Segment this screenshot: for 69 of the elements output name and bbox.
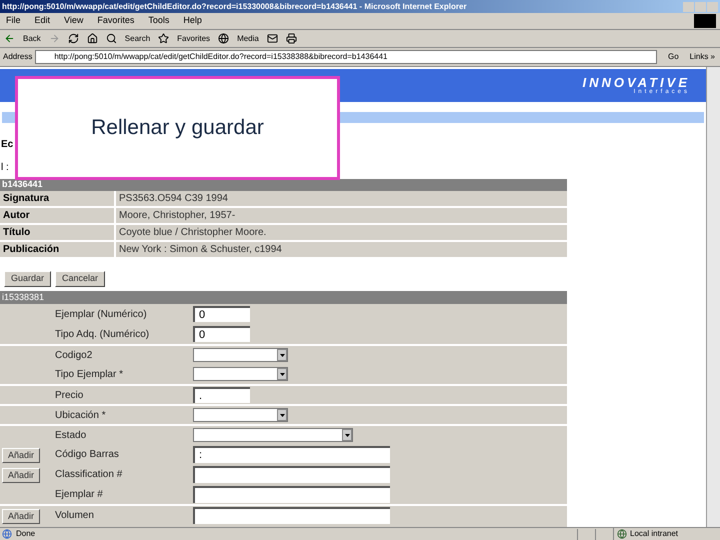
text-field[interactable] (193, 506, 390, 524)
field-label: Código Barras (55, 448, 120, 462)
text-field[interactable] (193, 466, 390, 482)
field-label: Ejemplar (Numérico) (55, 308, 148, 322)
field-value: PS3563.O594 C39 1994 (118, 192, 228, 206)
links-button[interactable]: Links » (690, 51, 717, 63)
toolbar-button[interactable]: Favorites (177, 32, 210, 44)
text-field[interactable]: 0 (193, 306, 250, 322)
toolbar-button[interactable]: Media (237, 32, 259, 44)
text-field[interactable]: . (193, 387, 250, 403)
field-label: Título (0, 225, 116, 240)
field-value: Moore, Christopher, 1957- (118, 209, 236, 223)
field-value: Coyote blue / Christopher Moore. (118, 226, 266, 240)
home-icon[interactable] (86, 33, 98, 44)
field-label: Precio (55, 388, 84, 402)
form-button[interactable]: Cancelar (55, 271, 106, 287)
menu-item[interactable]: Edit (34, 14, 50, 28)
star-icon[interactable] (158, 33, 170, 44)
menu-item[interactable]: Favorites (97, 14, 134, 28)
page-heading: Ec (0, 138, 14, 152)
window-title: http://pong:5010/m/wwapp/cat/edit/getChildEditor.do?record=i15330008&bibrecord=b1436441 - Microsoft Internet Explorer (2, 0, 468, 12)
record-header: i15338381 (0, 291, 567, 304)
field-label: Signatura (0, 191, 116, 206)
menu-item[interactable]: File (6, 14, 21, 28)
dropdown[interactable] (193, 408, 288, 422)
field-label: Volumen (55, 508, 95, 522)
field-label: Tipo Adq. (Numérico) (55, 328, 150, 342)
printer-icon[interactable] (286, 33, 297, 44)
dropdown[interactable] (193, 428, 353, 442)
back-icon[interactable] (4, 33, 15, 44)
field-label: Ejemplar # (55, 488, 104, 502)
field-value: New York : Simon & Schuster, c1994 (118, 243, 282, 257)
menu-item[interactable]: Help (183, 14, 202, 28)
field-label: Tipo Ejemplar * (55, 368, 124, 382)
page-icon (2, 529, 12, 539)
dropdown[interactable] (193, 367, 288, 381)
search-icon[interactable] (106, 33, 117, 44)
toolbar-button[interactable]: Back (23, 32, 41, 44)
field-label: Codigo2 (55, 348, 94, 362)
add-button[interactable]: Añadir (2, 509, 40, 524)
add-button[interactable]: Añadir (2, 468, 40, 483)
add-button[interactable]: Añadir (2, 448, 40, 463)
menu-item[interactable]: Tools (148, 14, 170, 28)
field-label: Ubicación * (55, 408, 107, 422)
text-field[interactable] (193, 486, 390, 502)
intranet-icon (617, 529, 627, 539)
field-label: Estado (55, 428, 88, 442)
toolbar-button[interactable]: Search (124, 32, 150, 44)
form-button[interactable]: Guardar (4, 271, 52, 287)
callout-text: Rellenar y guardar (91, 115, 264, 142)
dropdown[interactable] (193, 348, 288, 362)
globe-icon[interactable] (218, 33, 230, 44)
zone-text: Local intranet (630, 528, 678, 540)
status-text: Done (16, 528, 36, 540)
field-label: Classification # (55, 468, 124, 482)
text-field[interactable]: 0 (193, 326, 250, 342)
logo-text: INNOVATIVE (582, 76, 690, 89)
refresh-icon[interactable] (68, 33, 79, 44)
address-field[interactable]: http://pong:5010/m/wwapp/cat/edit/getChildEditor.do?record=i15338388&bibrecord=b1436441 (35, 50, 657, 64)
menu-item[interactable]: View (64, 14, 84, 28)
field-label: Publicación (0, 242, 116, 257)
text-field[interactable]: : (193, 446, 390, 462)
record-header: b1436441 (0, 179, 567, 191)
info-text: l : (0, 161, 10, 175)
go-button[interactable]: Go (660, 51, 687, 63)
mail-icon[interactable] (266, 33, 278, 44)
scrollbar[interactable] (706, 67, 720, 527)
field-label: Autor (0, 208, 116, 223)
address-label: Address (3, 51, 32, 63)
